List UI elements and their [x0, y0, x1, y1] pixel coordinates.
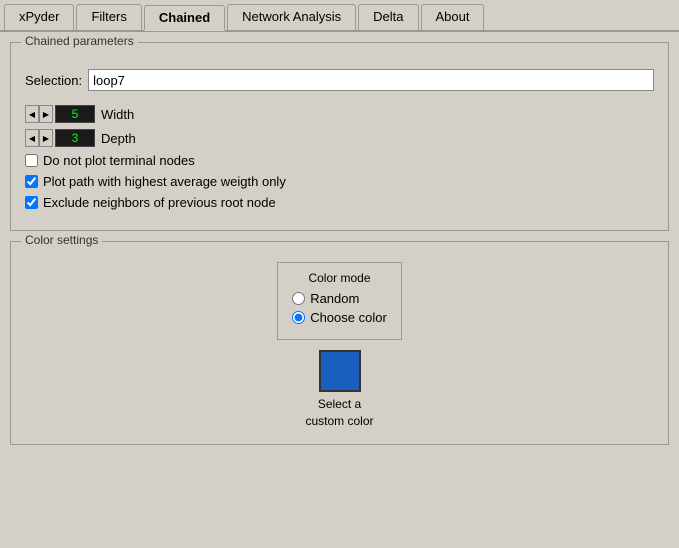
cb3-checkbox[interactable]: [25, 196, 38, 209]
random-label: Random: [310, 291, 359, 306]
cb2-label: Plot path with highest average weigth on…: [43, 174, 286, 189]
selection-row: Selection:: [25, 69, 654, 91]
color-mode-box: Color mode Random Choose color: [277, 262, 402, 340]
width-label: Width: [101, 107, 134, 122]
depth-left-btn[interactable]: ◀: [25, 129, 39, 147]
width-right-btn[interactable]: ▶: [39, 105, 53, 123]
color-settings-inner: Color mode Random Choose color Select a …: [25, 252, 654, 430]
cb1-row: Do not plot terminal nodes: [25, 153, 654, 168]
depth-right-btn[interactable]: ▶: [39, 129, 53, 147]
color-mode-title: Color mode: [292, 271, 387, 285]
choose-label: Choose color: [310, 310, 387, 325]
cb3-label: Exclude neighbors of previous root node: [43, 195, 276, 210]
width-left-btn[interactable]: ◀: [25, 105, 39, 123]
selection-label: Selection:: [25, 73, 82, 88]
color-settings-title: Color settings: [21, 233, 102, 247]
cb1-label: Do not plot terminal nodes: [43, 153, 195, 168]
color-swatch[interactable]: [319, 350, 361, 392]
choose-radio-row: Choose color: [292, 310, 387, 325]
color-settings-group: Color settings Color mode Random Choose …: [10, 241, 669, 445]
chained-params-group: Chained parameters Selection: ◀ ▶ Width …: [10, 42, 669, 231]
color-swatch-label: Select a custom color: [305, 396, 373, 430]
main-content: Chained parameters Selection: ◀ ▶ Width …: [0, 32, 679, 548]
tab-about[interactable]: About: [421, 4, 485, 30]
tab-delta[interactable]: Delta: [358, 4, 418, 30]
cb3-row: Exclude neighbors of previous root node: [25, 195, 654, 210]
tab-network-analysis[interactable]: Network Analysis: [227, 4, 356, 30]
tab-chained[interactable]: Chained: [144, 5, 225, 31]
choose-radio[interactable]: [292, 311, 305, 324]
depth-spinner-row: ◀ ▶ Depth: [25, 129, 654, 147]
selection-input[interactable]: [88, 69, 654, 91]
cb2-row: Plot path with highest average weigth on…: [25, 174, 654, 189]
random-radio[interactable]: [292, 292, 305, 305]
depth-arrows: ◀ ▶: [25, 129, 53, 147]
width-spinner-row: ◀ ▶ Width: [25, 105, 654, 123]
width-arrows: ◀ ▶: [25, 105, 53, 123]
depth-label: Depth: [101, 131, 136, 146]
tab-bar: xPyder Filters Chained Network Analysis …: [0, 0, 679, 32]
cb2-checkbox[interactable]: [25, 175, 38, 188]
depth-input[interactable]: [55, 129, 95, 147]
width-input[interactable]: [55, 105, 95, 123]
tab-filters[interactable]: Filters: [76, 4, 141, 30]
random-radio-row: Random: [292, 291, 387, 306]
chained-params-title: Chained parameters: [21, 34, 138, 48]
cb1-checkbox[interactable]: [25, 154, 38, 167]
tab-xpyder[interactable]: xPyder: [4, 4, 74, 30]
